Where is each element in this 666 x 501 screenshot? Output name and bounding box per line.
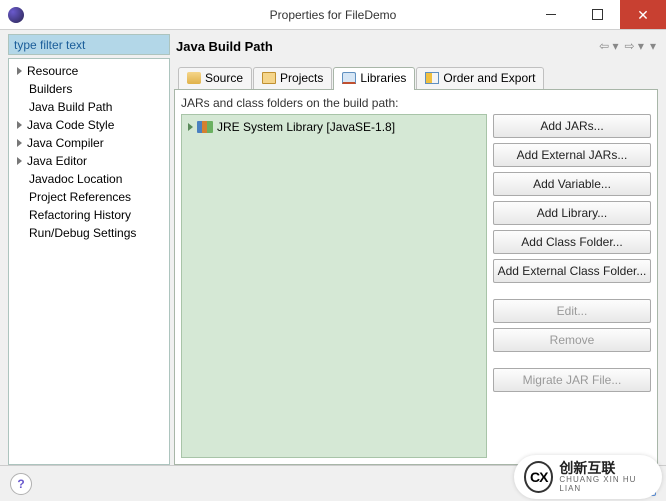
button-column: Add JARs... Add External JARs... Add Var…	[493, 114, 651, 458]
chevron-right-icon[interactable]	[13, 137, 25, 149]
nav-arrows: ⇦ ▾ ⇨ ▾ ▾	[599, 39, 656, 53]
order-export-icon	[425, 72, 439, 84]
tab-label: Libraries	[360, 71, 406, 85]
separator	[493, 357, 651, 363]
content: Resource Builders Java Build Path Java C…	[0, 30, 666, 465]
maximize-button[interactable]	[574, 0, 620, 29]
tab-libraries[interactable]: Libraries	[333, 67, 415, 90]
tree-label: Builders	[29, 82, 72, 96]
tree-item-java-build-path[interactable]: Java Build Path	[9, 98, 169, 116]
tree-item-builders[interactable]: Builders	[9, 80, 169, 98]
tab-label: Source	[205, 71, 243, 85]
right-panel: Java Build Path ⇦ ▾ ⇨ ▾ ▾ Source Project…	[174, 34, 658, 465]
window-controls: ✕	[528, 0, 666, 29]
add-variable-button[interactable]: Add Variable...	[493, 172, 651, 196]
tree-label: Javadoc Location	[29, 172, 122, 186]
menu-arrow-icon[interactable]: ▾	[650, 39, 656, 53]
back-arrow-icon[interactable]: ⇦ ▾	[599, 39, 618, 53]
tab-projects[interactable]: Projects	[253, 67, 332, 89]
close-button[interactable]: ✕	[620, 0, 666, 29]
jar-list[interactable]: JRE System Library [JavaSE-1.8]	[181, 114, 487, 458]
left-panel: Resource Builders Java Build Path Java C…	[8, 34, 170, 465]
tree-label: Resource	[27, 64, 78, 78]
watermark-initials: CX	[524, 461, 553, 493]
add-class-folder-button[interactable]: Add Class Folder...	[493, 230, 651, 254]
jar-row: JRE System Library [JavaSE-1.8] Add JARs…	[181, 114, 651, 458]
tree-item-resource[interactable]: Resource	[9, 62, 169, 80]
tree-item-java-compiler[interactable]: Java Compiler	[9, 134, 169, 152]
jar-caption: JARs and class folders on the build path…	[181, 96, 651, 110]
tree-label: Java Build Path	[29, 100, 112, 114]
library-icon	[197, 121, 213, 133]
jar-item-jre[interactable]: JRE System Library [JavaSE-1.8]	[186, 119, 482, 135]
tree-item-java-editor[interactable]: Java Editor	[9, 152, 169, 170]
tab-order-export[interactable]: Order and Export	[416, 67, 544, 89]
tree-label: Java Code Style	[27, 118, 114, 132]
edit-button[interactable]: Edit...	[493, 299, 651, 323]
watermark-cn: 创新互联	[559, 461, 652, 476]
tree-item-refactoring-history[interactable]: Refactoring History	[9, 206, 169, 224]
tree-label: Java Compiler	[27, 136, 104, 150]
migrate-jar-button[interactable]: Migrate JAR File...	[493, 368, 651, 392]
chevron-right-icon[interactable]	[13, 65, 25, 77]
separator	[493, 288, 651, 294]
watermark-logo: CX 创新互联 CHUANG XIN HU LIAN	[514, 455, 662, 499]
watermark-py: CHUANG XIN HU LIAN	[559, 476, 652, 494]
section-title: Java Build Path	[176, 39, 273, 54]
forward-arrow-icon[interactable]: ⇨ ▾	[625, 39, 644, 53]
tree-label: Project References	[29, 190, 131, 204]
remove-button[interactable]: Remove	[493, 328, 651, 352]
add-jars-button[interactable]: Add JARs...	[493, 114, 651, 138]
filter-input[interactable]	[8, 34, 170, 55]
add-library-button[interactable]: Add Library...	[493, 201, 651, 225]
libraries-icon	[342, 72, 356, 84]
tree-label: Refactoring History	[29, 208, 131, 222]
tree-label: Run/Debug Settings	[29, 226, 136, 240]
jar-item-label: JRE System Library [JavaSE-1.8]	[217, 120, 395, 134]
watermark-text: 创新互联 CHUANG XIN HU LIAN	[559, 461, 652, 494]
help-icon[interactable]: ?	[10, 473, 32, 495]
tab-label: Projects	[280, 71, 323, 85]
add-external-jars-button[interactable]: Add External JARs...	[493, 143, 651, 167]
chevron-right-icon[interactable]	[188, 123, 193, 131]
tab-label: Order and Export	[443, 71, 535, 85]
tree-label: Java Editor	[27, 154, 87, 168]
tab-body: JARs and class folders on the build path…	[174, 90, 658, 465]
chevron-right-icon[interactable]	[13, 155, 25, 167]
tab-source[interactable]: Source	[178, 67, 252, 89]
tree-item-javadoc-location[interactable]: Javadoc Location	[9, 170, 169, 188]
tree-item-run-debug-settings[interactable]: Run/Debug Settings	[9, 224, 169, 242]
source-icon	[187, 72, 201, 84]
chevron-right-icon[interactable]	[13, 119, 25, 131]
tab-row: Source Projects Libraries Order and Expo…	[174, 64, 658, 90]
add-external-class-folder-button[interactable]: Add External Class Folder...	[493, 259, 651, 283]
titlebar: Properties for FileDemo ✕	[0, 0, 666, 30]
tree-item-project-references[interactable]: Project References	[9, 188, 169, 206]
minimize-button[interactable]	[528, 0, 574, 29]
nav-tree[interactable]: Resource Builders Java Build Path Java C…	[8, 58, 170, 465]
tree-item-java-code-style[interactable]: Java Code Style	[9, 116, 169, 134]
projects-icon	[262, 72, 276, 84]
section-header: Java Build Path ⇦ ▾ ⇨ ▾ ▾	[174, 34, 658, 58]
